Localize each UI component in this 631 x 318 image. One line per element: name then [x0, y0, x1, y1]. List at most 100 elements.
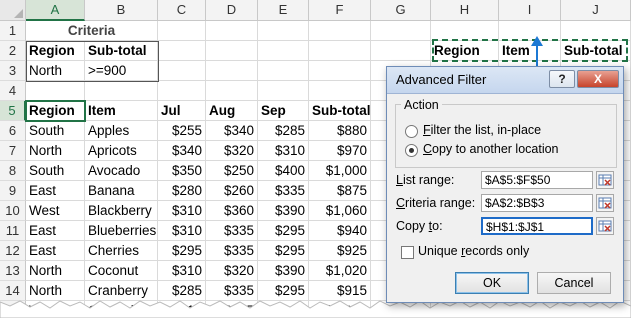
table-cell[interactable]: $295 — [258, 221, 309, 241]
table-cell[interactable]: $390 — [258, 201, 309, 221]
criteria-range-collapse-button[interactable] — [596, 194, 614, 212]
table-cell[interactable]: $350 — [158, 161, 206, 181]
table-cell[interactable]: South — [26, 121, 85, 141]
cell[interactable] — [561, 21, 631, 41]
cell-b2[interactable]: Sub-total — [85, 41, 158, 61]
cell[interactable] — [85, 81, 158, 101]
cell[interactable] — [206, 61, 258, 81]
column-header-j[interactable]: J — [561, 0, 631, 21]
cell-a2[interactable]: Region — [26, 41, 85, 61]
dialog-titlebar[interactable]: Advanced Filter ? X — [387, 67, 623, 94]
column-header-e[interactable]: E — [258, 0, 309, 21]
cell-a1[interactable]: Criteria — [26, 21, 158, 41]
column-header-a[interactable]: A — [26, 0, 85, 21]
table-cell[interactable]: $285 — [258, 121, 309, 141]
cell-h2[interactable]: Region — [431, 41, 499, 61]
table-cell[interactable]: $875 — [309, 181, 371, 201]
row-header-4[interactable]: 4 — [0, 81, 26, 101]
cell-c5[interactable]: Jul — [158, 101, 206, 121]
column-header-f[interactable]: F — [309, 0, 371, 21]
cell[interactable] — [258, 61, 309, 81]
cell[interactable] — [158, 21, 206, 41]
cell-b5[interactable]: Item — [85, 101, 158, 121]
filter-in-place-label[interactable]: Filter the list, in-place — [423, 123, 541, 137]
column-header-i[interactable]: I — [499, 0, 561, 21]
table-cell[interactable]: Avocado — [85, 161, 158, 181]
list-range-input[interactable]: $A$5:$F$50 — [481, 171, 593, 189]
copy-to-location-radio[interactable] — [405, 144, 418, 157]
unique-records-label[interactable]: Unique records only — [418, 244, 529, 258]
cell[interactable] — [309, 21, 371, 41]
cell[interactable] — [309, 41, 371, 61]
table-cell[interactable]: $280 — [158, 181, 206, 201]
table-cell[interactable]: East — [26, 221, 85, 241]
table-cell[interactable]: $310 — [158, 201, 206, 221]
row-header-2[interactable]: 2 — [0, 41, 26, 61]
cell-j2[interactable]: Sub-total — [561, 41, 631, 61]
table-cell[interactable]: $250 — [206, 161, 258, 181]
help-button[interactable]: ? — [549, 70, 575, 88]
table-cell[interactable]: Coconut — [85, 261, 158, 281]
table-cell[interactable]: North — [26, 141, 85, 161]
table-cell[interactable]: $295 — [158, 241, 206, 261]
table-cell[interactable]: $940 — [309, 221, 371, 241]
cell[interactable] — [258, 81, 309, 101]
cell[interactable] — [499, 21, 561, 41]
filter-in-place-radio[interactable] — [405, 125, 418, 138]
copy-to-input[interactable]: $H$1:$J$1 — [481, 217, 593, 235]
table-cell[interactable]: Banana — [85, 181, 158, 201]
cell[interactable] — [371, 21, 431, 41]
cell[interactable] — [309, 81, 371, 101]
table-cell[interactable]: $310 — [258, 141, 309, 161]
table-cell[interactable]: Apricots — [85, 141, 158, 161]
table-cell[interactable]: $295 — [258, 241, 309, 261]
criteria-range-input[interactable]: $A$2:$B$3 — [481, 194, 593, 212]
cell-a3[interactable]: North — [26, 61, 85, 81]
table-cell[interactable]: South — [26, 161, 85, 181]
table-cell[interactable]: $880 — [309, 121, 371, 141]
table-cell[interactable]: $1,000 — [309, 161, 371, 181]
cell-a5[interactable]: Region — [26, 101, 85, 121]
cell[interactable] — [158, 61, 206, 81]
row-header-9[interactable]: 9 — [0, 181, 26, 201]
table-cell[interactable]: $390 — [258, 261, 309, 281]
cell-b3[interactable]: >=900 — [85, 61, 158, 81]
table-cell[interactable]: West — [26, 201, 85, 221]
table-cell[interactable]: $340 — [158, 141, 206, 161]
close-button[interactable]: X — [577, 70, 619, 88]
table-cell[interactable]: $925 — [309, 241, 371, 261]
cell[interactable] — [431, 21, 499, 41]
table-cell[interactable]: $310 — [158, 221, 206, 241]
table-cell[interactable]: Cherries — [85, 241, 158, 261]
cell[interactable] — [206, 81, 258, 101]
table-cell[interactable]: $255 — [158, 121, 206, 141]
cell[interactable] — [26, 81, 85, 101]
row-header-12[interactable]: 12 — [0, 241, 26, 261]
table-cell[interactable]: Apples — [85, 121, 158, 141]
cell[interactable] — [206, 21, 258, 41]
row-header-7[interactable]: 7 — [0, 141, 26, 161]
copy-to-location-label[interactable]: Copy to another location — [423, 142, 559, 156]
cell-e5[interactable]: Sep — [258, 101, 309, 121]
table-cell[interactable]: East — [26, 241, 85, 261]
ok-button[interactable]: OK — [455, 272, 529, 294]
table-cell[interactable]: $260 — [206, 181, 258, 201]
table-cell[interactable]: North — [26, 261, 85, 281]
row-header-8[interactable]: 8 — [0, 161, 26, 181]
column-header-d[interactable]: D — [206, 0, 258, 21]
table-cell[interactable]: $1,020 — [309, 261, 371, 281]
table-cell[interactable]: $360 — [206, 201, 258, 221]
select-all-corner[interactable] — [0, 0, 26, 21]
cell[interactable] — [258, 21, 309, 41]
row-header-5[interactable]: 5 — [0, 101, 26, 121]
list-range-collapse-button[interactable] — [596, 171, 614, 189]
table-cell[interactable]: Blueberries — [85, 221, 158, 241]
column-header-b[interactable]: B — [85, 0, 158, 21]
column-header-c[interactable]: C — [158, 0, 206, 21]
table-cell[interactable]: $340 — [206, 121, 258, 141]
row-header-11[interactable]: 11 — [0, 221, 26, 241]
cell-d5[interactable]: Aug — [206, 101, 258, 121]
column-header-g[interactable]: G — [371, 0, 431, 21]
cell[interactable] — [309, 61, 371, 81]
row-header-10[interactable]: 10 — [0, 201, 26, 221]
